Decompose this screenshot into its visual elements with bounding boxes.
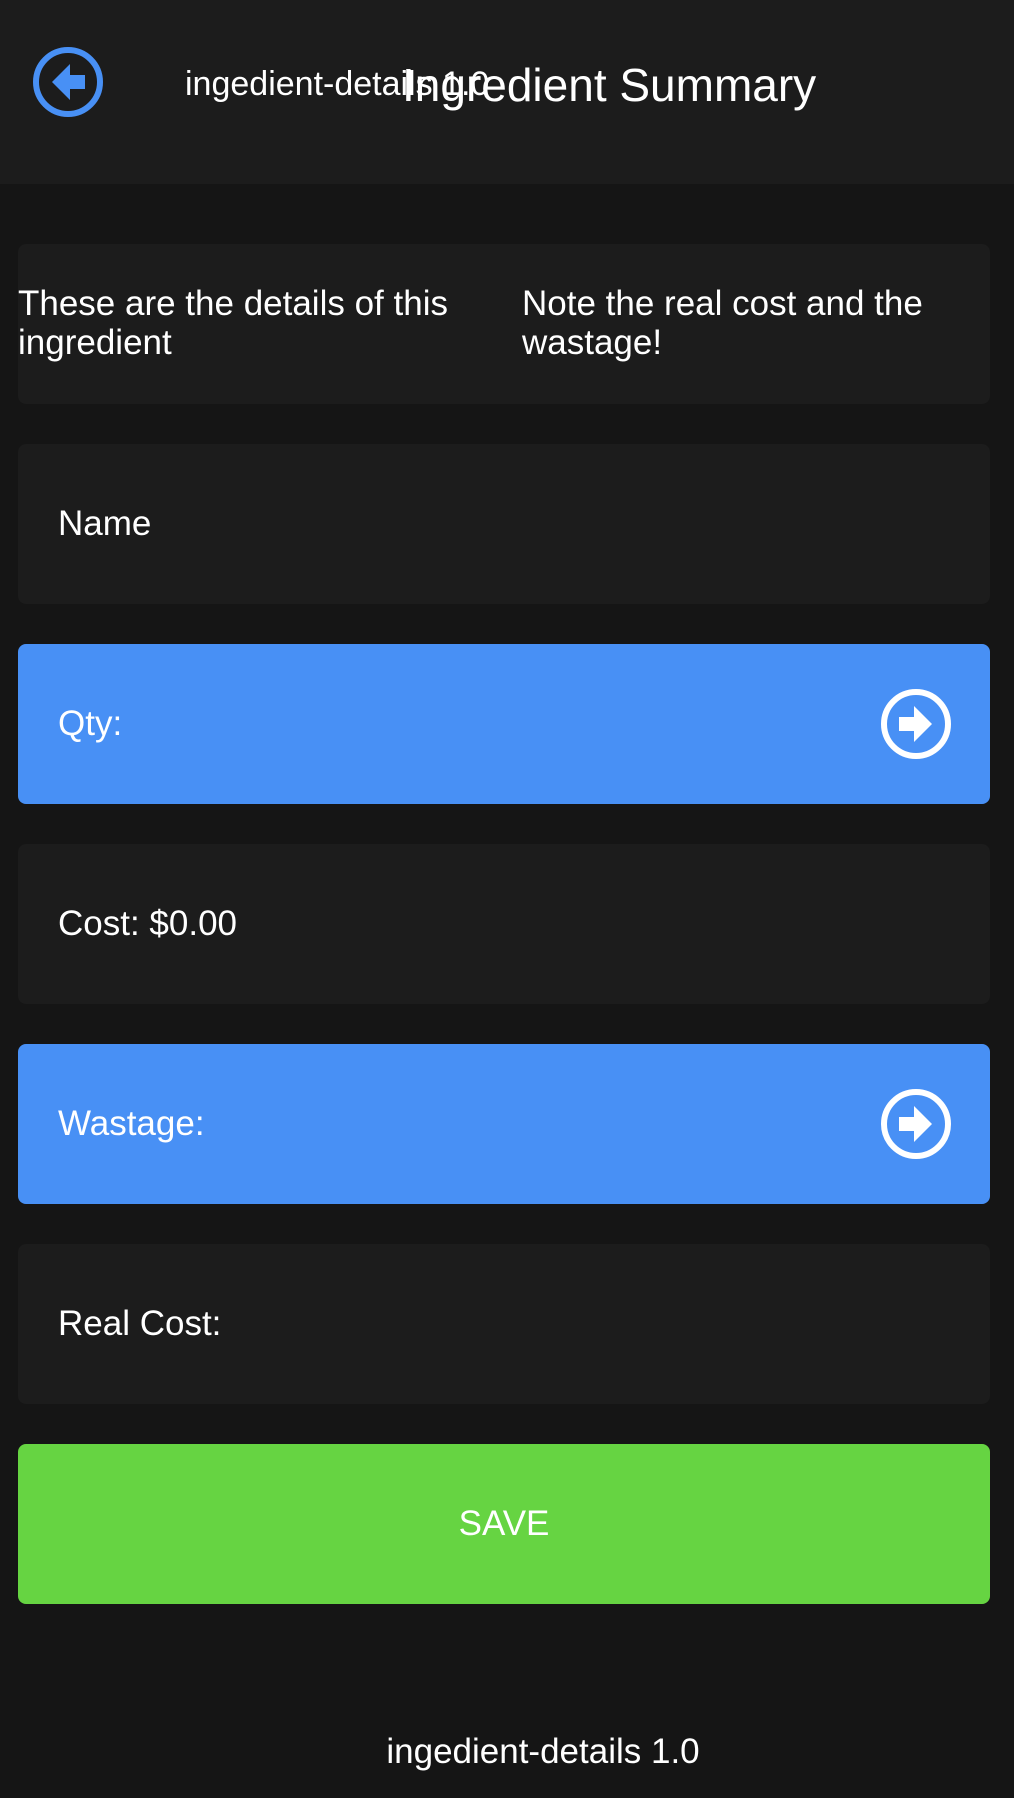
back-button[interactable] <box>32 46 104 118</box>
save-button[interactable]: SAVE <box>18 1444 990 1604</box>
info-card: These are the details of this ingredient… <box>18 244 990 404</box>
arrow-circle-left-icon <box>33 47 103 117</box>
real-cost-label: Real Cost: <box>58 1304 222 1343</box>
arrow-circle-right-icon <box>880 688 952 760</box>
arrow-circle-right-icon <box>880 1088 952 1160</box>
cost-row: Cost: $0.00 <box>18 844 990 1004</box>
qty-row-button[interactable]: Qty: <box>18 644 990 804</box>
name-field[interactable]: Name <box>18 444 990 604</box>
info-left-text: These are the details of this ingredient <box>18 284 448 362</box>
footer-version: ingedient-details 1.0 <box>386 1732 700 1771</box>
qty-label: Qty: <box>58 704 123 743</box>
page-title: Ingredient Summary <box>402 59 817 111</box>
cost-label: Cost: $0.00 <box>58 904 237 943</box>
name-label: Name <box>58 504 152 543</box>
app-header: ingedient-details 1.0 Ingredient Summary <box>0 0 1014 184</box>
wastage-row-button[interactable]: Wastage: <box>18 1044 990 1204</box>
info-right-text: Note the real cost and the wastage! <box>522 284 923 362</box>
real-cost-row: Real Cost: <box>18 1244 990 1404</box>
wastage-label: Wastage: <box>58 1104 205 1143</box>
